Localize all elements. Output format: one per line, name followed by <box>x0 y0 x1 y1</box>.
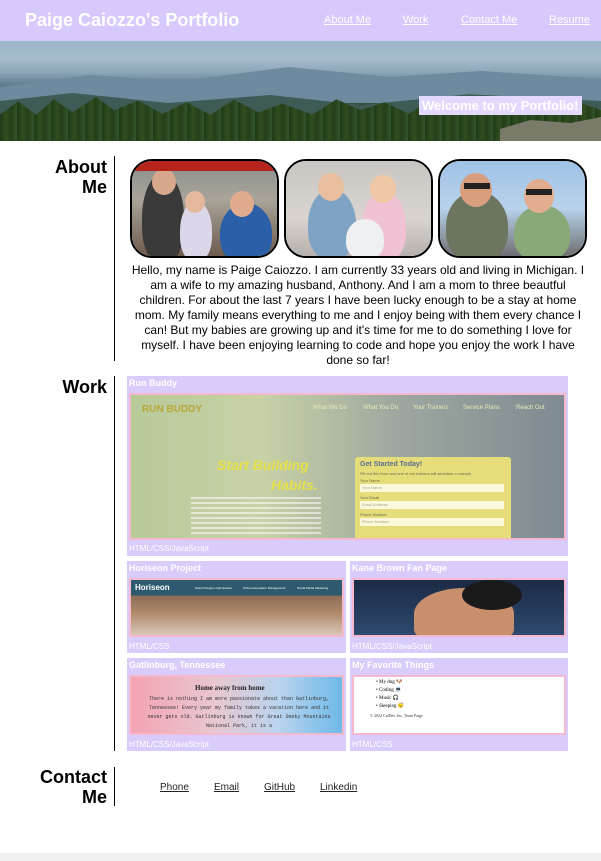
project-tech: HTML/CSS <box>129 642 170 651</box>
contact-heading-line: Me <box>81 787 107 807</box>
nav-contact-me[interactable]: Contact Me <box>461 14 517 26</box>
contact-heading: Contact Me <box>30 767 107 807</box>
project-title: Kane Brown Fan Page <box>352 563 448 573</box>
project-screenshot[interactable]: RUN BUDDY What We Do What You Do Your Tr… <box>129 393 566 540</box>
screenshot-footer: © 2022 CalDev, Inc. Team Paige <box>370 713 423 718</box>
screenshot-list-text: Music 🎧 <box>379 696 399 701</box>
screenshot-nav-item: Social Media Marketing <box>297 586 329 590</box>
screenshot-field-placeholder: Phone Number <box>362 519 389 524</box>
project-tech: HTML/CSS/JavaScript <box>352 642 433 651</box>
page-footer <box>0 853 601 861</box>
screenshot-nav-item: What We Do <box>313 405 347 411</box>
screenshot-field-placeholder: Email Address <box>362 502 388 507</box>
site-title: Paige Caiozzo's Portfolio <box>25 10 240 30</box>
work-divider <box>114 376 115 751</box>
screenshot-list-text: Sleeping 😴 <box>379 704 404 709</box>
nav-work[interactable]: Work <box>403 14 428 26</box>
project-card-gatlinburg[interactable]: Gatlinburg, Tennessee Home away from hom… <box>127 658 346 751</box>
about-divider <box>114 156 115 361</box>
about-heading: About Me <box>30 157 107 197</box>
screenshot-signup-form: Get Started Today! Fill out this form an… <box>355 457 511 538</box>
screenshot-form-subtitle: Fill out this form and one of our traine… <box>360 471 472 476</box>
project-screenshot[interactable]: Horiseon Search Engine Optimization Onli… <box>129 578 344 637</box>
contact-divider <box>114 767 115 806</box>
project-card-run-buddy[interactable]: Run Buddy RUN BUDDY What We Do What You … <box>127 376 568 556</box>
project-card-favorite-things[interactable]: My Favorite Things • My dog 🐶 • Coding 💻… <box>350 658 568 751</box>
project-tech: HTML/CSS/JavaScript <box>129 740 210 749</box>
screenshot-list-item: • Sleeping 😴 <box>376 704 404 709</box>
screenshot-list-text: My dog 🐶 <box>379 680 403 685</box>
about-photo-kids <box>284 159 433 258</box>
project-screenshot[interactable]: Home away from home There is nothing I a… <box>129 675 344 735</box>
screenshot-photo <box>462 580 522 610</box>
screenshot-nav-item: What You Do <box>363 405 399 411</box>
screenshot-heading: Home away from home <box>195 684 265 692</box>
contact-link-email[interactable]: Email <box>214 782 239 793</box>
screenshot-body-text: There is nothing I am more passionate ab… <box>147 696 331 729</box>
project-title: Run Buddy <box>129 378 177 388</box>
screenshot-nav-item: Your Trainers <box>413 405 449 411</box>
work-heading: Work <box>62 377 107 397</box>
about-photo-couple <box>438 159 587 258</box>
project-title: My Favorite Things <box>352 660 435 670</box>
project-title: Horiseon Project <box>129 563 202 573</box>
screenshot-field-label: Phone Number <box>360 512 387 517</box>
screenshot-field-placeholder: Your Name <box>362 485 382 490</box>
screenshot-logo: RUN BUDDY <box>142 404 202 415</box>
contact-link-phone[interactable]: Phone <box>160 782 189 793</box>
project-card-kane-brown[interactable]: Kane Brown Fan Page HTML/CSS/JavaScript <box>350 561 568 653</box>
project-screenshot[interactable]: • My dog 🐶 • Coding 💻 • Music 🎧 • Sleepi… <box>352 675 566 735</box>
screenshot-nav-item: Search Engine Optimization <box>195 586 233 590</box>
contact-link-linkedin[interactable]: Linkedin <box>320 782 357 793</box>
project-tech: HTML/CSS <box>352 740 393 749</box>
contact-heading-line: Contact <box>40 767 107 787</box>
screenshot-body-text <box>191 497 321 537</box>
screenshot-nav-item: Online Reputation Management <box>243 586 286 590</box>
site-header: Paige Caiozzo's Portfolio About Me Work … <box>0 0 601 41</box>
screenshot-form-title: Get Started Today! <box>360 461 423 468</box>
contact-link-github[interactable]: GitHub <box>264 782 295 793</box>
screenshot-field-label: Your Name <box>360 478 380 483</box>
screenshot-headline: Start Building <box>217 457 309 473</box>
nav-resume[interactable]: Resume <box>549 14 590 26</box>
project-title: Gatlinburg, Tennessee <box>129 660 226 670</box>
project-screenshot[interactable] <box>352 578 566 637</box>
screenshot-logo: Horiseon <box>135 583 170 592</box>
screenshot-field-label: Your Email <box>360 495 380 500</box>
project-tech: HTML/CSS/JavaScript <box>129 544 210 553</box>
screenshot-list-text: Coding 💻 <box>379 688 402 693</box>
screenshot-list-item: • Music 🎧 <box>376 696 399 701</box>
screenshot-field: Email Address <box>360 501 504 509</box>
about-photo-family <box>130 159 279 258</box>
hero-banner: Welcome to my Portfolio! <box>0 41 601 141</box>
screenshot-field: Phone Number <box>360 518 504 526</box>
screenshot-nav-item: Service Plans <box>463 405 500 411</box>
screenshot-nav-item: Reach Out <box>516 405 545 411</box>
welcome-banner: Welcome to my Portfolio! <box>419 96 582 115</box>
screenshot-list-item: • My dog 🐶 <box>376 680 403 685</box>
about-heading-line: Me <box>81 177 107 197</box>
project-card-horiseon[interactable]: Horiseon Project Horiseon Search Engine … <box>127 561 346 653</box>
about-paragraph: Hello, my name is Paige Caiozzo. I am cu… <box>131 263 585 367</box>
about-heading-line: About <box>55 157 107 177</box>
nav-about-me[interactable]: About Me <box>324 14 371 26</box>
screenshot-field: Your Name <box>360 484 504 492</box>
screenshot-headline: Habits. <box>271 477 318 493</box>
screenshot-list-item: • Coding 💻 <box>376 688 402 693</box>
